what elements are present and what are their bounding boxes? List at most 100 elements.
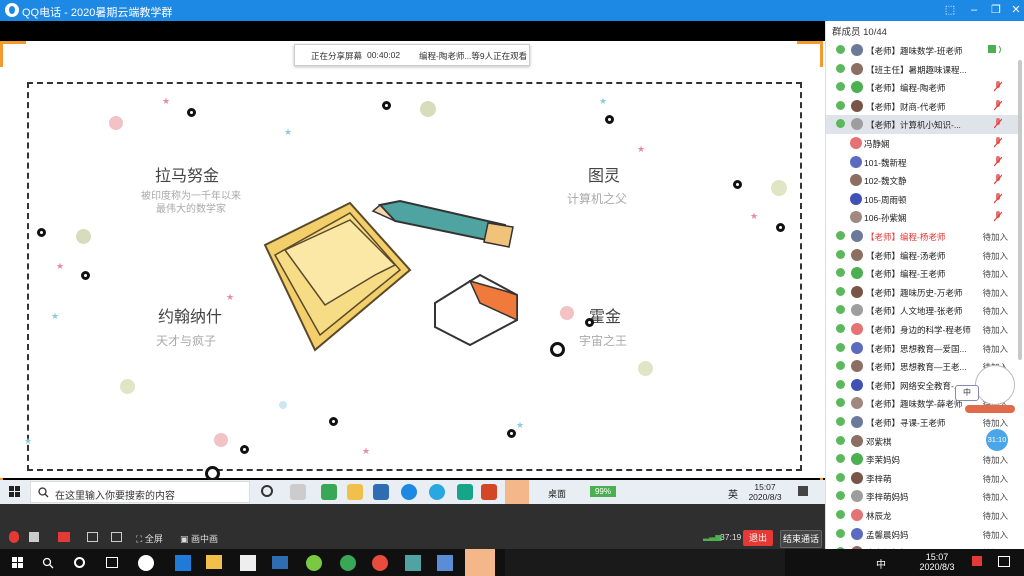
member-avatar (850, 174, 862, 187)
fullscreen-button[interactable]: ⛶ 全屏 (136, 532, 163, 545)
member-row[interactable]: 【老师】计算机小知识-... (826, 115, 1022, 134)
decor-ring (776, 223, 785, 232)
member-status-icon (836, 528, 845, 538)
restore-button[interactable]: ❐ (986, 2, 1006, 18)
member-avatar (851, 341, 863, 354)
member-row[interactable]: 【老师】身边的科学-程老师 待加入 (826, 320, 1022, 339)
member-row[interactable]: 【老师】编程-杨老师 待加入 (826, 227, 1022, 246)
mic-muted-icon[interactable] (9, 531, 19, 543)
app-icon[interactable] (405, 555, 421, 571)
system-clock[interactable]: 15:07 2020/8/3 (915, 552, 959, 572)
pip-button[interactable]: ▣ 画中画 (180, 532, 218, 545)
member-row[interactable]: 孟馨晨妈妈 待加入 (826, 525, 1022, 544)
member-status-icon (836, 510, 845, 519)
member-row[interactable]: 【老师】编程-陶老师 (826, 78, 1022, 97)
share-frame-corner (820, 41, 823, 67)
file-explorer-icon[interactable] (347, 484, 363, 500)
taskbar-search-box[interactable]: 在这里输入你要搜索的内容 (30, 481, 250, 503)
member-row[interactable]: 【老师】人文地理-张老师 待加入 (826, 301, 1022, 320)
member-row[interactable]: 李梓萌 待加入 (826, 469, 1022, 488)
member-row[interactable]: 【老师】趣味历史-万老师 待加入 (826, 283, 1022, 302)
member-row[interactable]: 【老师】思想教育—爱国... 待加入 (826, 339, 1022, 358)
fullscreen-icon: ⛶ (136, 534, 145, 544)
member-status-icon (836, 268, 845, 278)
member-status-icon (836, 491, 845, 501)
edge-icon[interactable] (175, 555, 191, 571)
cortana-icon[interactable] (74, 557, 85, 568)
pinwheel-app-icon[interactable] (138, 555, 154, 571)
screen-share-status-bar[interactable]: 正在分享屏幕 00:40:02 编程-陶老师...等9人正在观看 (294, 44, 530, 66)
member-row[interactable]: 林辰龙 待加入 (826, 506, 1022, 525)
decor-ring (585, 318, 594, 327)
cortana-icon[interactable] (261, 485, 273, 497)
search-icon (38, 487, 49, 498)
member-name: 邓紫棋 (866, 436, 892, 447)
member-avatar (851, 527, 863, 540)
member-avatar (851, 453, 863, 466)
member-row[interactable]: 【老师】编程-汤老师 待加入 (826, 246, 1022, 265)
windows-start-icon[interactable] (9, 486, 21, 498)
member-row[interactable]: 【老师】编程-王老师 待加入 (826, 264, 1022, 283)
decor-star: ★ (24, 436, 33, 446)
app-icon[interactable] (437, 555, 453, 571)
exit-button[interactable]: 退出 (743, 530, 773, 546)
member-avatar (851, 304, 863, 317)
member-row[interactable]: 李茉妈妈 待加入 (826, 450, 1022, 469)
action-center-icon[interactable] (998, 556, 1010, 567)
screen-share-icon[interactable] (87, 532, 98, 542)
powerpoint-icon[interactable] (481, 484, 497, 500)
decor-ring (507, 429, 516, 438)
member-avatar (850, 211, 862, 224)
edge-icon[interactable] (429, 484, 445, 500)
classroom-app-icon[interactable] (505, 480, 529, 504)
member-row[interactable]: 【班主任】暑期趣味课程... (826, 60, 1022, 79)
member-avatar (850, 192, 862, 205)
app-icon[interactable] (457, 484, 473, 500)
member-row[interactable]: 102-魏文静 (826, 171, 1022, 190)
notification-icon[interactable] (798, 486, 808, 496)
decor-star: ★ (162, 96, 171, 106)
member-list-scrollbar[interactable] (1018, 60, 1022, 360)
mail-icon[interactable] (272, 556, 288, 569)
end-call-button[interactable]: 结束通话 (780, 530, 822, 548)
desktop-label[interactable]: 桌面 (548, 487, 566, 500)
lenovo-icon[interactable] (401, 484, 417, 500)
mascot-sticker[interactable]: 中 (955, 365, 1020, 420)
member-status: 待加入 (982, 455, 1008, 466)
decor-ring (240, 445, 249, 454)
ime-indicator[interactable]: 英 (728, 486, 738, 501)
classroom-app-icon[interactable] (465, 549, 495, 576)
decor-star: ★ (51, 311, 60, 321)
speaker-icon[interactable] (29, 532, 39, 542)
decor-star: ★ (750, 211, 759, 221)
task-view-icon[interactable] (290, 484, 306, 500)
member-row[interactable]: 冯静娴 (826, 134, 1022, 153)
windows-start-icon[interactable] (12, 557, 24, 572)
member-name: 【老师】编程-杨老师 (866, 232, 946, 242)
member-row[interactable]: 101-魏新程 (826, 153, 1022, 172)
file-explorer-icon[interactable] (206, 555, 222, 569)
member-row[interactable]: 106-孙紫娴 (826, 208, 1022, 227)
wechat-icon[interactable] (340, 555, 356, 571)
browser-icon[interactable] (321, 484, 337, 500)
mail-icon[interactable] (373, 484, 389, 500)
ie-icon[interactable] (306, 555, 322, 571)
search-icon[interactable] (42, 557, 54, 569)
member-row[interactable]: 【老师】财商-代老师 (826, 97, 1022, 116)
minimize-button[interactable]: – (964, 2, 984, 18)
float-timer-badge[interactable]: 31:10 (986, 429, 1008, 451)
camera-off-icon[interactable] (58, 532, 70, 542)
member-row[interactable]: 李梓萌妈妈 待加入 (826, 487, 1022, 506)
close-button[interactable]: ✕ (1006, 2, 1024, 18)
decor-ring (187, 108, 196, 117)
member-row[interactable]: 【老师】趣味数学-班老师 (826, 41, 1022, 60)
mic-muted-icon (993, 81, 1003, 92)
task-view-icon[interactable] (106, 557, 118, 568)
chrome-icon[interactable] (372, 555, 388, 571)
notification-badge-icon[interactable] (972, 556, 982, 566)
skin-icon[interactable]: ⬚ (940, 2, 960, 18)
ime-indicator[interactable]: 中 (876, 556, 886, 571)
demo-icon[interactable] (111, 532, 122, 542)
store-icon[interactable] (240, 555, 256, 571)
member-row[interactable]: 105-周雨顿 (826, 190, 1022, 209)
